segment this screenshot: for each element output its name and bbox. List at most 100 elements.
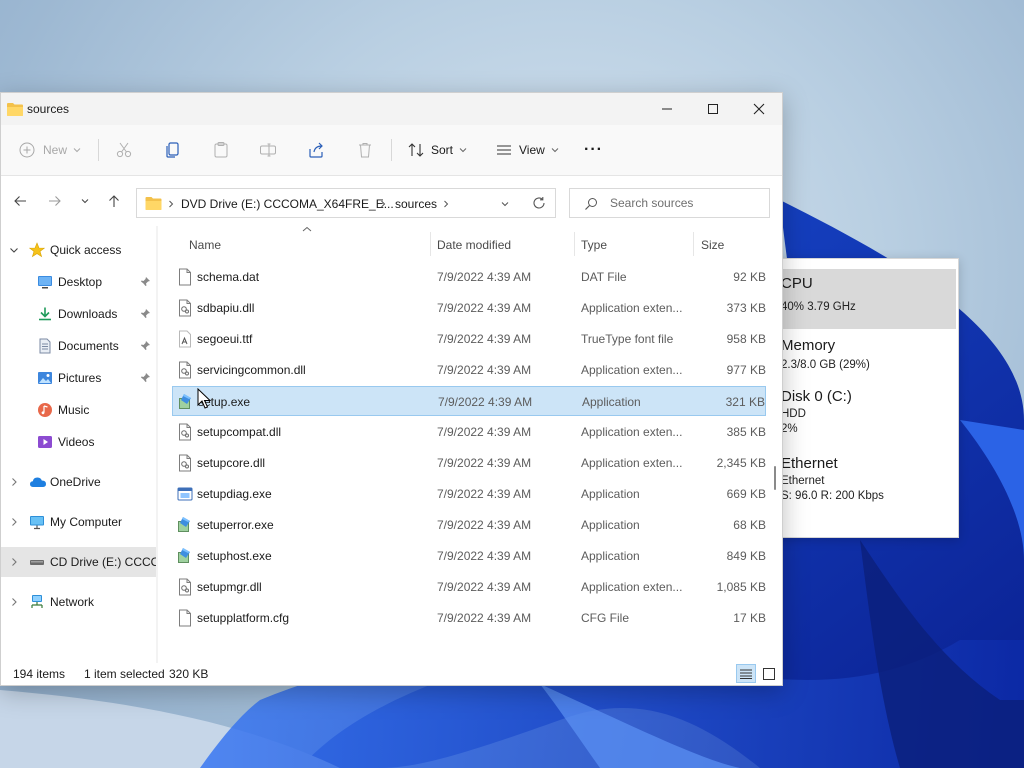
- download-icon: [37, 306, 53, 322]
- file-row[interactable]: servicingcommon.dll 7/9/2022 4:39 AM Appli…: [172, 355, 766, 385]
- file-icon: [177, 268, 193, 286]
- title-bar[interactable]: sources: [1, 93, 782, 125]
- column-header-date[interactable]: Date modified: [437, 238, 511, 252]
- search-box[interactable]: [569, 188, 770, 218]
- more-options-icon: ···: [584, 141, 603, 158]
- file-row[interactable]: setupcompat.dll 7/9/2022 4:39 AM Applicati…: [172, 417, 766, 447]
- file-type: Application exten...: [581, 363, 683, 377]
- pin-icon: [140, 308, 151, 322]
- file-size: 321 KB: [725, 395, 765, 409]
- copy-button[interactable]: [164, 135, 182, 165]
- nav-item-quick[interactable]: Quick access: [1, 235, 156, 265]
- column-header-type[interactable]: Type: [581, 238, 607, 252]
- back-button[interactable]: [9, 190, 31, 212]
- file-size: 373 KB: [726, 301, 766, 315]
- file-row[interactable]: setupmgr.dll 7/9/2022 4:39 AM Application …: [172, 572, 766, 602]
- file-row[interactable]: setuphost.exe 7/9/2022 4:39 AM Application…: [172, 541, 766, 571]
- address-history-chevron-icon[interactable]: [500, 199, 510, 209]
- paste-button[interactable]: [212, 135, 230, 165]
- column-divider[interactable]: [574, 232, 575, 256]
- file-row[interactable]: segoeui.ttf 7/9/2022 4:39 AM TrueType font…: [172, 324, 766, 354]
- file-row[interactable]: setup.exe 7/9/2022 4:39 AM Application 321 …: [172, 386, 766, 416]
- maximize-button[interactable]: [690, 93, 736, 125]
- chevron-right-icon[interactable]: [9, 476, 19, 490]
- column-divider[interactable]: [430, 232, 431, 256]
- rename-button[interactable]: [259, 135, 277, 165]
- nav-item-onedrive[interactable]: OneDrive: [1, 467, 156, 497]
- selection-size: 320 KB: [169, 667, 209, 681]
- file-name: setupplatform.cfg: [197, 611, 290, 625]
- nav-item-cd[interactable]: CD Drive (E:) CCCOMA_X64FRE: [1, 547, 156, 577]
- up-button[interactable]: [103, 190, 125, 212]
- chevron-down-icon[interactable]: [9, 244, 19, 258]
- command-bar: New Sort View ···: [1, 125, 782, 176]
- tm-ethernet-item[interactable]: Ethernet Ethernet S: 96.0 R: 200 Kbps: [771, 449, 958, 509]
- navigation-pane: Quick access Desktop Downloads Documents Pic…: [1, 226, 156, 663]
- file-row[interactable]: setuperror.exe 7/9/2022 4:39 AM Applicatio…: [172, 510, 766, 540]
- nav-item-my[interactable]: My Computer: [1, 507, 156, 537]
- maximize-icon: [708, 104, 718, 114]
- nav-item-label: Network: [50, 595, 95, 609]
- refresh-icon[interactable]: [532, 196, 546, 210]
- chevron-down-icon: [459, 148, 467, 153]
- tm-disk-item[interactable]: Disk 0 (C:) HDD 2%: [771, 382, 958, 442]
- file-row[interactable]: setupcore.dll 7/9/2022 4:39 AM Application…: [172, 448, 766, 478]
- close-button[interactable]: [736, 93, 782, 125]
- view-button[interactable]: View: [495, 135, 559, 165]
- forward-button[interactable]: [44, 190, 66, 212]
- column-divider[interactable]: [693, 232, 694, 256]
- tm-memory-title: Memory: [781, 337, 836, 354]
- chevron-right-icon[interactable]: [9, 516, 19, 530]
- column-header-size[interactable]: Size: [701, 238, 724, 252]
- nav-item-music[interactable]: Music: [1, 395, 156, 425]
- file-type: Application exten...: [581, 456, 683, 470]
- sort-button[interactable]: Sort: [407, 135, 467, 165]
- file-row[interactable]: sdbapiu.dll 7/9/2022 4:39 AM Application e…: [172, 293, 766, 323]
- chevron-right-icon[interactable]: [9, 556, 19, 570]
- nav-item-downloads[interactable]: Downloads: [1, 299, 156, 329]
- videos-icon: [37, 434, 53, 450]
- file-row[interactable]: schema.dat 7/9/2022 4:39 AM DAT File 92 KB: [172, 262, 766, 292]
- rename-icon: [260, 143, 276, 157]
- search-input[interactable]: [608, 195, 762, 211]
- cut-button[interactable]: [115, 135, 133, 165]
- column-header-name[interactable]: Name: [189, 238, 221, 252]
- recent-locations-button[interactable]: [74, 190, 96, 212]
- address-bar[interactable]: DVD Drive (E:) CCCOMA_X64FRE_E... source…: [136, 188, 556, 218]
- plus-circle-icon: [19, 142, 35, 158]
- nav-item-desktop[interactable]: Desktop: [1, 267, 156, 297]
- delete-button[interactable]: [356, 135, 374, 165]
- file-row[interactable]: setupdiag.exe 7/9/2022 4:39 AM Application…: [172, 479, 766, 509]
- nav-item-videos[interactable]: Videos: [1, 427, 156, 457]
- tiles-view-button[interactable]: [759, 664, 779, 683]
- file-name: sdbapiu.dll: [197, 301, 255, 315]
- more-options-button[interactable]: ···: [584, 135, 603, 165]
- sort-icon: [408, 143, 424, 157]
- file-type: Application: [581, 518, 640, 532]
- breadcrumb-drive[interactable]: DVD Drive (E:) CCCOMA_X64FRE_E...: [181, 197, 394, 211]
- chevron-right-icon[interactable]: [9, 596, 19, 610]
- file-type: Application: [581, 549, 640, 563]
- file-size: 385 KB: [726, 425, 766, 439]
- pin-icon: [140, 276, 151, 290]
- file-row[interactable]: setupplatform.cfg 7/9/2022 4:39 AM CFG Fil…: [172, 603, 766, 633]
- sort-label: Sort: [431, 143, 454, 157]
- share-button[interactable]: [307, 135, 325, 165]
- file-size: 849 KB: [726, 549, 766, 563]
- minimize-button[interactable]: [644, 93, 690, 125]
- tm-memory-value: 2.3/8.0 GB (29%): [781, 359, 870, 371]
- tm-disk-type: HDD: [781, 408, 806, 420]
- nav-item-pictures[interactable]: Pictures: [1, 363, 156, 393]
- tm-cpu-item[interactable]: CPU 40% 3.79 GHz: [775, 269, 956, 329]
- nav-item-network[interactable]: Network: [1, 587, 156, 617]
- nav-item-documents[interactable]: Documents: [1, 331, 156, 361]
- new-button[interactable]: New: [19, 135, 81, 165]
- file-type: DAT File: [581, 270, 627, 284]
- toolbar-separator: [391, 139, 392, 161]
- breadcrumb-sources[interactable]: sources: [395, 197, 437, 211]
- network-icon: [29, 594, 45, 610]
- details-view-button[interactable]: [736, 664, 756, 683]
- file-type: TrueType font file: [581, 332, 674, 346]
- vertical-scrollbar-thumb[interactable]: [774, 466, 776, 490]
- file-name: setupcompat.dll: [197, 425, 282, 439]
